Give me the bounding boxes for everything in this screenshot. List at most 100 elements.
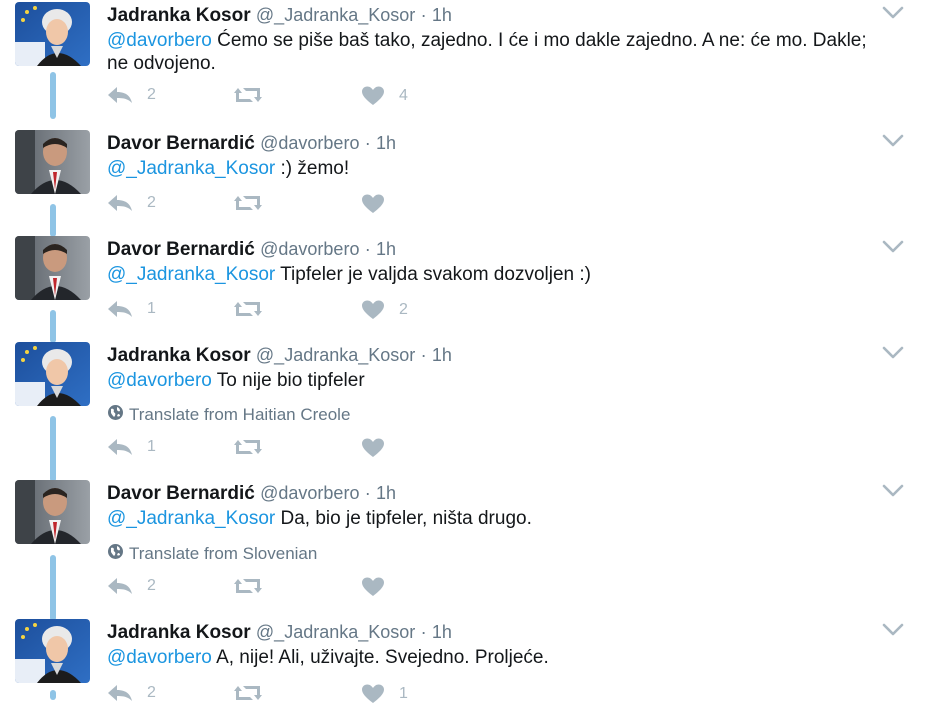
retweet-button[interactable] [233,438,277,456]
tweet-header: Jadranka Kosor @_Jadranka_Kosor · 1h [107,345,452,367]
tweet-body-text: A, nije! Ali, uživajte. Svejedno. Prolje… [211,647,549,668]
chevron-down-icon[interactable] [882,484,904,498]
author-name[interactable]: Jadranka Kosor [107,5,251,26]
author-name[interactable]: Davor Bernardić [107,483,255,504]
chevron-down-icon[interactable] [882,134,904,148]
heart-icon [361,577,385,597]
heart-icon [361,300,385,320]
reply-button[interactable]: 2 [107,194,156,212]
thread-line [50,204,56,237]
avatar[interactable] [15,342,90,406]
like-button[interactable] [361,194,399,214]
tweet-body-text: Ćemo se piše baš tako, zajedno. I će i m… [107,30,867,74]
tweet-body-text: :) žemo! [275,158,350,179]
mention-link[interactable]: @davorbero [107,647,212,668]
like-count: 1 [399,685,408,702]
chevron-down-icon[interactable] [882,346,904,360]
chevron-down-icon[interactable] [882,240,904,254]
retweet-icon [233,577,263,595]
reply-count: 2 [147,577,156,594]
timestamp[interactable]: 1h [432,622,452,642]
tweet-header: Davor Bernardić @davorbero · 1h [107,483,396,505]
reply-button[interactable]: 2 [107,86,156,104]
tweet-body-text: To nije bio tipfeler [211,370,365,391]
avatar[interactable] [15,2,90,66]
like-button[interactable]: 2 [361,300,408,320]
author-handle[interactable]: @davorbero [260,133,359,153]
retweet-icon [233,684,263,702]
reply-icon [107,438,133,456]
tweet-text: @_Jadranka_Kosor Tipfeler je valjda svak… [107,263,867,286]
timestamp[interactable]: 1h [432,345,452,365]
timestamp[interactable]: 1h [376,239,396,259]
reply-button[interactable]: 1 [107,300,156,318]
avatar[interactable] [15,480,90,544]
timestamp[interactable]: 1h [376,483,396,503]
separator-dot: · [420,345,427,365]
retweet-button[interactable] [233,300,277,318]
author-handle[interactable]: @_Jadranka_Kosor [256,622,415,642]
reply-button[interactable]: 1 [107,438,156,456]
avatar[interactable] [15,236,90,300]
retweet-icon [233,194,263,212]
translate-label: Translate from Slovenian [129,544,318,563]
author-name[interactable]: Davor Bernardić [107,133,255,154]
retweet-button[interactable] [233,86,277,104]
tweet-body-text: Tipfeler je valjda svakom dozvoljen :) [275,264,591,285]
heart-icon [361,684,385,704]
translate-link[interactable]: Translate from Haitian Creole [107,404,350,426]
author-handle[interactable]: @davorbero [260,483,359,503]
separator-dot: · [364,133,371,153]
retweet-button[interactable] [233,577,277,595]
reply-icon [107,684,133,702]
author-name[interactable]: Davor Bernardić [107,239,255,260]
like-button[interactable]: 4 [361,86,408,106]
tweet-actions: 12 [107,300,527,324]
translate-label: Translate from Haitian Creole [129,405,351,424]
mention-link[interactable]: @_Jadranka_Kosor [107,508,275,529]
mention-link[interactable]: @_Jadranka_Kosor [107,264,275,285]
reply-count: 2 [147,86,156,103]
author-name[interactable]: Jadranka Kosor [107,345,251,366]
reply-button[interactable]: 2 [107,684,156,702]
avatar[interactable] [15,130,90,194]
tweet-actions: 2 [107,194,527,218]
author-handle[interactable]: @_Jadranka_Kosor [256,5,415,25]
author-handle[interactable]: @_Jadranka_Kosor [256,345,415,365]
timestamp[interactable]: 1h [432,5,452,25]
author-name[interactable]: Jadranka Kosor [107,622,251,643]
retweet-icon [233,86,263,104]
author-handle[interactable]: @davorbero [260,239,359,259]
thread-line [50,690,56,700]
mention-link[interactable]: @_Jadranka_Kosor [107,158,275,179]
tweet-header: Davor Bernardić @davorbero · 1h [107,239,396,261]
chevron-down-icon[interactable] [882,623,904,637]
reply-count: 1 [147,300,156,317]
like-button[interactable] [361,438,399,458]
like-count: 4 [399,87,408,104]
avatar[interactable] [15,619,90,683]
retweet-button[interactable] [233,194,277,212]
tweet-text: @davorbero A, nije! Ali, uživajte. Sveje… [107,646,867,669]
tweet-body-text: Da, bio je tipfeler, ništa drugo. [275,508,532,529]
heart-icon [361,194,385,214]
translate-link[interactable]: Translate from Slovenian [107,543,317,565]
tweet-actions: 2 [107,577,527,601]
tweet-header: Davor Bernardić @davorbero · 1h [107,133,396,155]
like-button[interactable]: 1 [361,684,408,704]
reply-button[interactable]: 2 [107,577,156,595]
retweet-button[interactable] [233,684,277,702]
like-button[interactable] [361,577,399,597]
tweet-actions: 24 [107,86,527,110]
mention-link[interactable]: @davorbero [107,30,212,51]
mention-link[interactable]: @davorbero [107,370,212,391]
chevron-down-icon[interactable] [882,6,904,20]
thread-line [50,72,56,119]
reply-count: 2 [147,684,156,701]
tweet-text: @_Jadranka_Kosor Da, bio je tipfeler, ni… [107,507,867,530]
reply-icon [107,86,133,104]
timestamp[interactable]: 1h [376,133,396,153]
tweet-text: @_Jadranka_Kosor :) žemo! [107,157,867,180]
avatar-image [15,619,90,683]
thread-line [50,555,56,621]
